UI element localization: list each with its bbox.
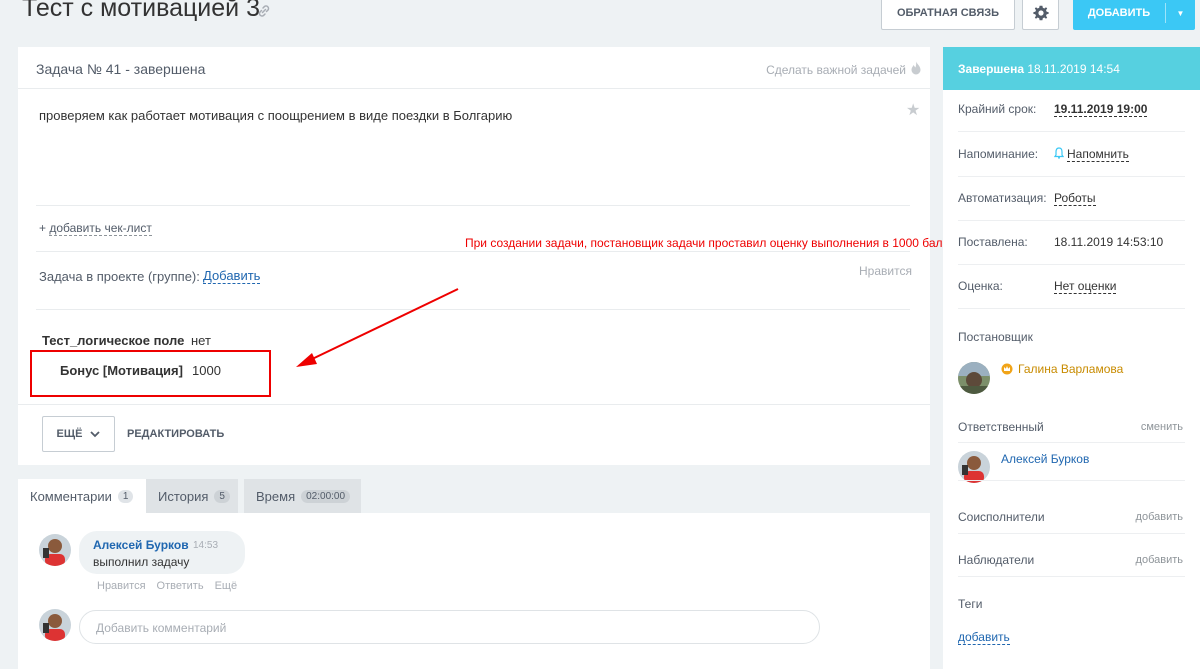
- divider: [958, 533, 1185, 534]
- task-header: Задача № 41 - завершена Сделать важной з…: [18, 47, 930, 89]
- make-important-link[interactable]: Сделать важной задачей: [766, 63, 906, 77]
- comments-area: Алексей Бурков 14:53 выполнил задачу Нра…: [18, 513, 930, 669]
- tab-time-count: 02:00:00: [301, 489, 351, 503]
- deadline-value[interactable]: 19.11.2019 19:00: [1054, 102, 1148, 117]
- creator-label: Постановщик: [958, 330, 1033, 344]
- responsible-name[interactable]: Алексей Бурков: [1001, 452, 1089, 466]
- tab-comments-count: 1: [117, 489, 134, 503]
- comment-more-link[interactable]: Ещё: [215, 580, 238, 592]
- annotation-text: При создании задачи, постановщик задачи …: [465, 236, 956, 250]
- custom-field-name: Тест_логическое поле: [42, 333, 185, 348]
- crown-icon: [1001, 363, 1013, 375]
- tab-comments-label: Комментарии: [30, 488, 112, 504]
- status-bar: Завершена 18.11.2019 14:54: [943, 47, 1200, 90]
- edit-button[interactable]: РЕДАКТИРОВАТЬ: [127, 428, 224, 440]
- add-checklist-link[interactable]: + добавить чек-лист: [39, 221, 152, 236]
- divider: [36, 309, 910, 310]
- status-label: Завершена: [958, 62, 1025, 76]
- avatar: [39, 609, 71, 641]
- task-sidebar: Завершена 18.11.2019 14:54 Крайний срок:…: [943, 47, 1200, 669]
- rating-value[interactable]: Нет оценки: [1054, 279, 1117, 294]
- created-value: 18.11.2019 14:53:10: [1054, 235, 1164, 249]
- chevron-down-icon: [90, 430, 101, 437]
- add-button-label: ДОБАВИТЬ: [1087, 7, 1151, 19]
- annotation-highlight-box: [30, 350, 271, 397]
- annotation-arrow: [296, 288, 459, 367]
- comment-reply-link[interactable]: Ответить: [157, 580, 204, 592]
- divider: [36, 205, 910, 206]
- page-header: Тест с мотивацией 3 ОБРАТНАЯ СВЯЗЬ ДОБАВ…: [0, 0, 1200, 44]
- task-description: проверяем как работает мотивация с поощр…: [39, 108, 513, 123]
- comment-actions: Нравится Ответить Ещё: [97, 580, 237, 592]
- status-date: 18.11.2019 14:54: [1027, 62, 1120, 76]
- page-title: Тест с мотивацией 3: [22, 0, 260, 22]
- tags-label: Теги: [958, 597, 983, 611]
- star-icon[interactable]: ★: [906, 100, 920, 120]
- bell-icon: [1054, 147, 1064, 159]
- gear-icon: [1032, 5, 1049, 21]
- like-link[interactable]: Нравится: [859, 264, 912, 278]
- avatar[interactable]: [39, 534, 71, 566]
- responsible-change-link[interactable]: сменить: [1141, 421, 1183, 433]
- add-button[interactable]: ДОБАВИТЬ ▼: [1073, 0, 1195, 30]
- comment-bubble: Алексей Бурков 14:53 выполнил задачу: [79, 531, 245, 574]
- robots-link[interactable]: Роботы: [1054, 191, 1096, 206]
- responsible-label: Ответственный: [958, 420, 1044, 434]
- divider: [18, 404, 930, 405]
- auditors-label: Наблюдатели: [958, 553, 1035, 567]
- automation-label: Автоматизация:: [958, 191, 1047, 205]
- settings-button[interactable]: [1022, 0, 1059, 30]
- creator-name[interactable]: Галина Варламова: [1018, 362, 1123, 376]
- tab-comments[interactable]: Комментарии 1: [18, 479, 146, 513]
- comment-input[interactable]: Добавить комментарий: [79, 610, 820, 644]
- tab-history-count: 5: [214, 489, 230, 503]
- tags-add-link[interactable]: добавить: [958, 630, 1010, 645]
- project-add-link[interactable]: Добавить: [203, 269, 261, 284]
- rating-label: Оценка:: [958, 279, 1003, 293]
- accomplices-add-link[interactable]: добавить: [1136, 511, 1183, 523]
- accomplices-label: Соисполнители: [958, 510, 1045, 524]
- tab-history-label: История: [158, 488, 209, 504]
- avatar[interactable]: [958, 362, 990, 394]
- reminder-link[interactable]: Напомнить: [1067, 147, 1129, 162]
- divider: [958, 576, 1185, 577]
- task-card: Задача № 41 - завершена Сделать важной з…: [18, 47, 930, 465]
- flame-icon[interactable]: [910, 61, 922, 76]
- more-button-label: ЕЩЁ: [56, 428, 83, 440]
- task-title: Задача № 41 - завершена: [36, 61, 206, 77]
- divider: [958, 480, 1185, 481]
- divider: [958, 264, 1185, 265]
- divider: [958, 308, 1185, 309]
- tab-time[interactable]: Время 02:00:00: [244, 479, 361, 513]
- tab-time-label: Время: [256, 488, 296, 504]
- custom-field-value: нет: [191, 333, 211, 348]
- chevron-down-icon[interactable]: ▼: [1166, 9, 1195, 18]
- comment-author[interactable]: Алексей Бурков: [93, 538, 189, 552]
- deadline-label: Крайний срок:: [958, 102, 1037, 116]
- created-label: Поставлена:: [958, 235, 1028, 249]
- divider: [958, 220, 1185, 221]
- divider: [36, 251, 910, 252]
- divider: [958, 442, 1185, 443]
- reminder-label: Напоминание:: [958, 147, 1039, 161]
- tab-history[interactable]: История 5: [146, 479, 238, 513]
- comment-text: выполнил задачу: [93, 555, 190, 569]
- link-icon[interactable]: [257, 4, 271, 18]
- project-label: Задача в проекте (группе):: [39, 269, 200, 284]
- auditors-add-link[interactable]: добавить: [1136, 554, 1183, 566]
- comment-like-link[interactable]: Нравится: [97, 580, 146, 592]
- add-checklist-label: добавить чек-лист: [49, 221, 152, 236]
- avatar[interactable]: [958, 451, 990, 483]
- divider: [958, 131, 1185, 132]
- comment-time: 14:53: [193, 540, 219, 551]
- more-button[interactable]: ЕЩЁ: [42, 416, 115, 452]
- feedback-button[interactable]: ОБРАТНАЯ СВЯЗЬ: [881, 0, 1015, 30]
- divider: [958, 176, 1185, 177]
